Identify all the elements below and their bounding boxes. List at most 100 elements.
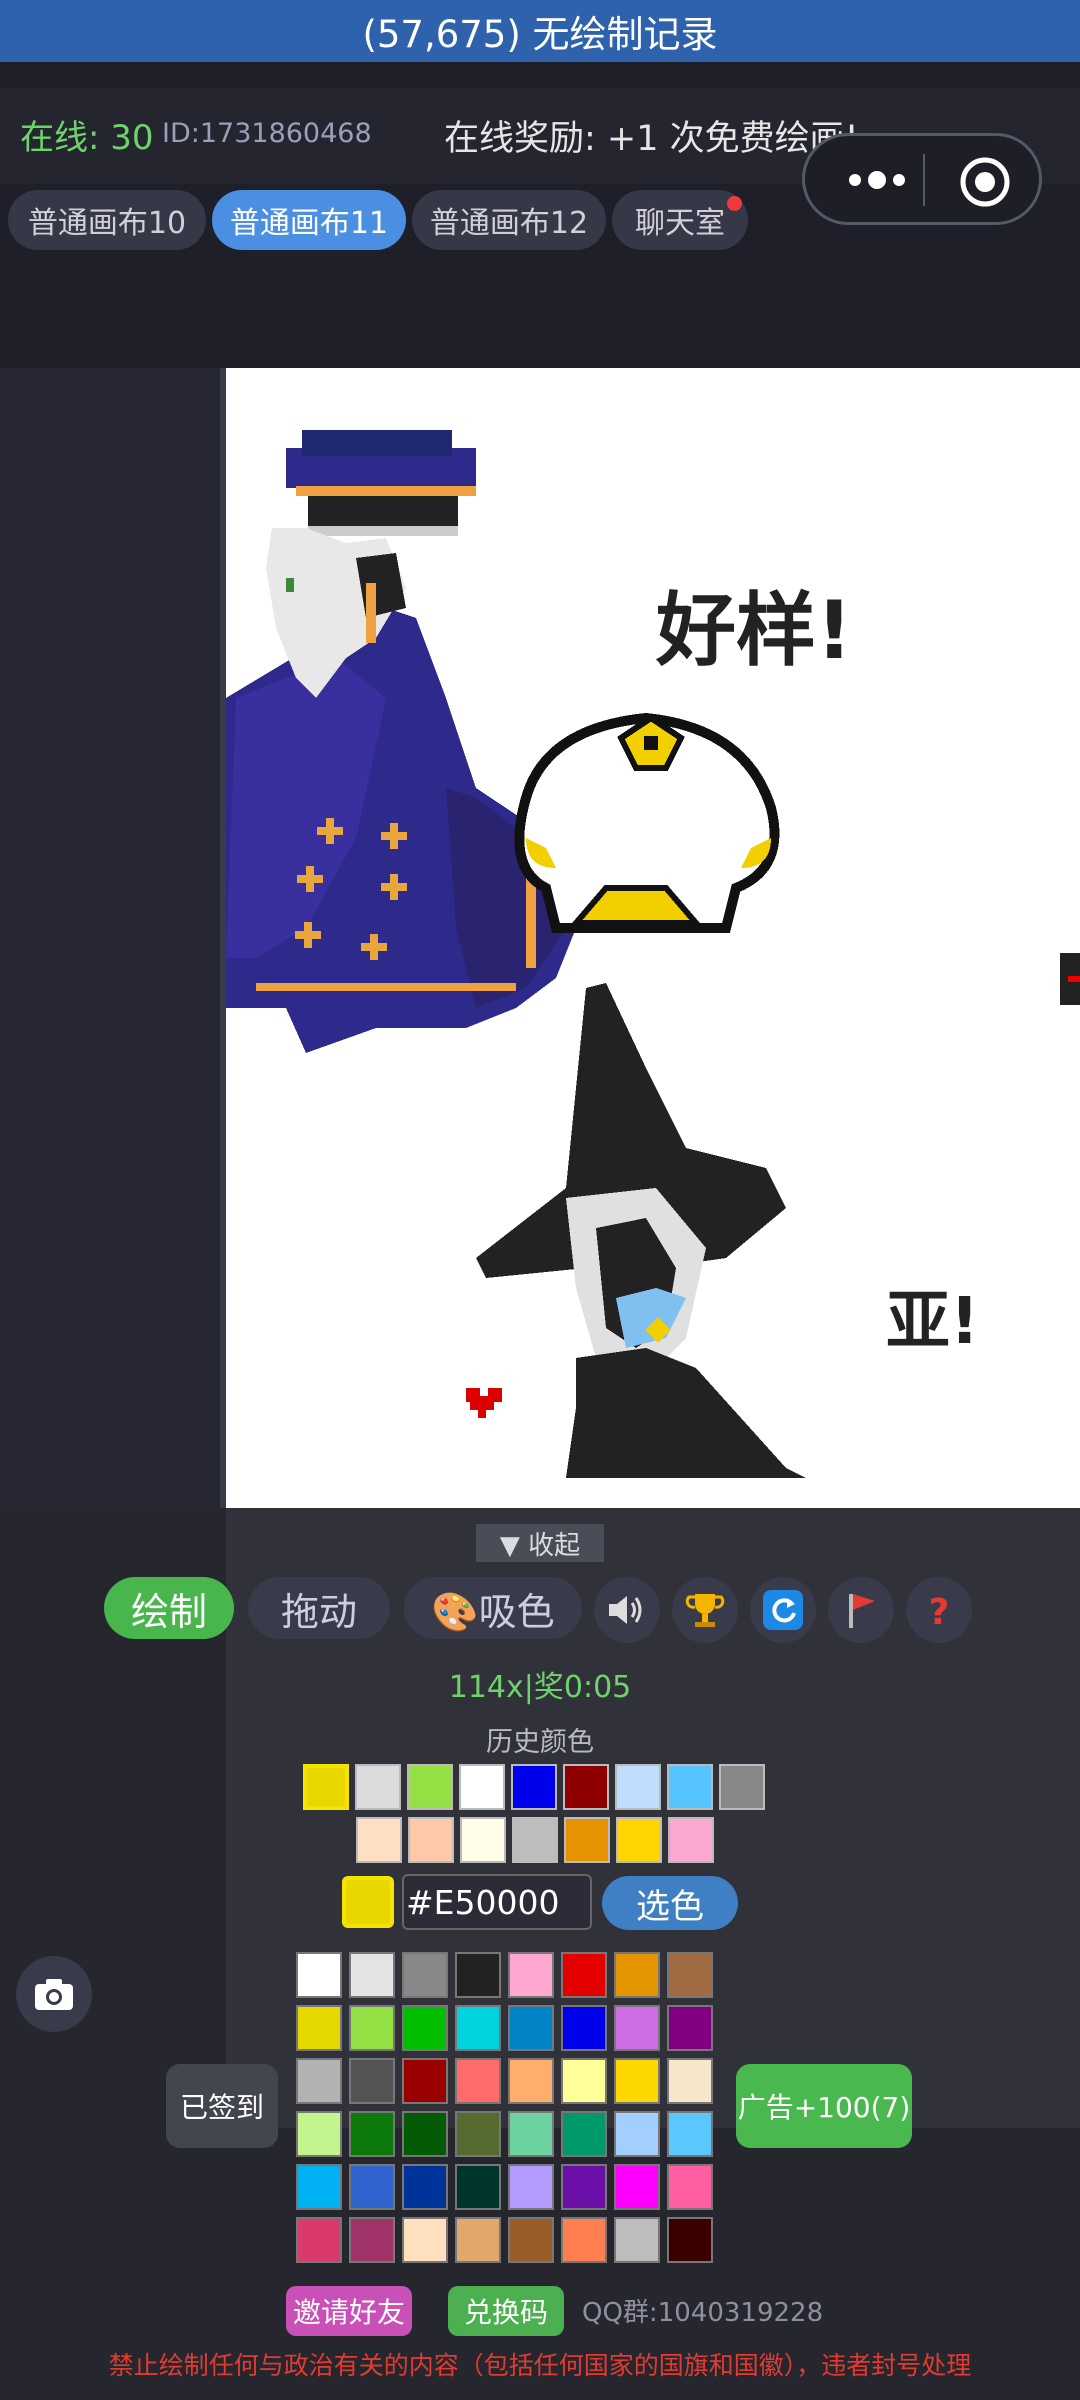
pixel-canvas[interactable]: 好样! 亚! <box>226 368 1080 1508</box>
palette-color-swatch[interactable] <box>455 2111 501 2157</box>
history-color-swatch[interactable] <box>355 1764 401 1810</box>
palette-color-swatch[interactable] <box>508 2164 554 2210</box>
history-color-swatch[interactable] <box>459 1764 505 1810</box>
pixel-heart <box>466 1388 502 1418</box>
palette-color-swatch[interactable] <box>296 1952 342 1998</box>
question-icon: ? <box>929 1592 950 1632</box>
palette-color-swatch[interactable] <box>667 2005 713 2051</box>
history-color-swatch[interactable] <box>356 1817 402 1863</box>
palette-color-swatch[interactable] <box>614 1952 660 1998</box>
history-color-swatch[interactable] <box>719 1764 765 1810</box>
palette-color-swatch[interactable] <box>402 1952 448 1998</box>
unread-badge <box>727 196 742 211</box>
collapse-button[interactable]: ▼ 收起 <box>476 1524 604 1562</box>
tab-canvas-10[interactable]: 普通画布10 <box>8 190 206 250</box>
history-color-swatch[interactable] <box>460 1817 506 1863</box>
history-color-swatch[interactable] <box>564 1817 610 1863</box>
redeem-code-button[interactable]: 兑换码 <box>448 2286 564 2336</box>
palette-color-swatch[interactable] <box>614 2058 660 2104</box>
palette-color-swatch[interactable] <box>561 2164 607 2210</box>
tab-canvas-12[interactable]: 普通画布12 <box>412 190 606 250</box>
palette-color-swatch[interactable] <box>402 2217 448 2263</box>
tab-chatroom[interactable]: 聊天室 <box>612 190 748 250</box>
signed-in-button[interactable]: 已签到 <box>166 2064 278 2148</box>
palette-color-swatch[interactable] <box>455 2058 501 2104</box>
palette-color-swatch[interactable] <box>614 2005 660 2051</box>
palette-color-swatch[interactable] <box>402 2164 448 2210</box>
miniprogram-capsule <box>802 133 1042 225</box>
palette-color-swatch[interactable] <box>402 2058 448 2104</box>
palette-color-swatch[interactable] <box>296 2005 342 2051</box>
invite-friends-button[interactable]: 邀请好友 <box>286 2286 412 2336</box>
palette-color-swatch[interactable] <box>561 2058 607 2104</box>
tab-label: 普通画布10 <box>27 206 187 241</box>
history-color-swatch[interactable] <box>407 1764 453 1810</box>
history-color-swatch[interactable] <box>303 1764 349 1810</box>
palette-color-swatch[interactable] <box>349 2111 395 2157</box>
palette-color-swatch[interactable] <box>667 2164 713 2210</box>
screenshot-button[interactable] <box>16 1956 92 2032</box>
tab-canvas-11[interactable]: 普通画布11 <box>212 190 406 250</box>
palette-color-swatch[interactable] <box>508 2217 554 2263</box>
report-button[interactable] <box>828 1577 894 1643</box>
palette-color-swatch[interactable] <box>296 2164 342 2210</box>
palette-color-swatch[interactable] <box>455 2005 501 2051</box>
palette-color-swatch[interactable] <box>667 1952 713 1998</box>
palette-color-swatch[interactable] <box>508 1952 554 1998</box>
palette-color-swatch[interactable] <box>561 2111 607 2157</box>
history-color-swatch[interactable] <box>616 1817 662 1863</box>
palette-color-swatch[interactable] <box>614 2217 660 2263</box>
palette-color-swatch[interactable] <box>614 2111 660 2157</box>
drag-mode-button[interactable]: 拖动 <box>248 1577 390 1639</box>
history-color-swatch[interactable] <box>615 1764 661 1810</box>
palette-color-swatch[interactable] <box>667 2058 713 2104</box>
canvas-left-margin <box>0 368 222 1508</box>
palette-color-swatch[interactable] <box>667 2111 713 2157</box>
history-color-swatch[interactable] <box>668 1817 714 1863</box>
palette-color-swatch[interactable] <box>508 2111 554 2157</box>
palette-color-swatch[interactable] <box>455 1952 501 1998</box>
palette-color-swatch[interactable] <box>402 2111 448 2157</box>
palette-color-swatch[interactable] <box>349 2058 395 2104</box>
palette-color-swatch[interactable] <box>349 2217 395 2263</box>
watch-ad-button[interactable]: 广告+100(7) <box>736 2064 912 2148</box>
history-color-swatch[interactable] <box>408 1817 454 1863</box>
refresh-button[interactable] <box>750 1577 816 1643</box>
history-colors-label: 历史颜色 <box>486 1727 594 1758</box>
choose-color-button[interactable]: 选色 <box>602 1876 738 1930</box>
tab-label: 普通画布12 <box>429 206 589 241</box>
history-color-swatch[interactable] <box>563 1764 609 1810</box>
refresh-icon <box>763 1590 803 1630</box>
hex-color-input[interactable] <box>402 1874 592 1930</box>
palette-color-swatch[interactable] <box>296 2058 342 2104</box>
palette-color-swatch[interactable] <box>349 2005 395 2051</box>
help-button[interactable]: ? <box>906 1577 972 1643</box>
palette-color-swatch[interactable] <box>561 2005 607 2051</box>
pixel-art-wizard <box>226 430 576 1053</box>
sound-button[interactable] <box>594 1577 660 1643</box>
svg-text:?: ? <box>929 1592 950 1632</box>
history-color-swatch[interactable] <box>667 1764 713 1810</box>
palette-color-swatch[interactable] <box>455 2164 501 2210</box>
close-target-icon[interactable] <box>957 154 1013 210</box>
palette-color-swatch[interactable] <box>508 2058 554 2104</box>
history-color-swatch[interactable] <box>512 1817 558 1863</box>
more-icon[interactable] <box>835 154 925 206</box>
leaderboard-button[interactable] <box>672 1577 738 1643</box>
palette-color-swatch[interactable] <box>561 1952 607 1998</box>
palette-color-swatch[interactable] <box>561 2217 607 2263</box>
palette-color-swatch[interactable] <box>349 2164 395 2210</box>
palette-color-swatch[interactable] <box>296 2111 342 2157</box>
palette-color-swatch[interactable] <box>349 1952 395 1998</box>
palette-color-swatch[interactable] <box>508 2005 554 2051</box>
eyedropper-button[interactable]: 🎨吸色 <box>404 1577 582 1639</box>
palette-color-swatch[interactable] <box>455 2217 501 2263</box>
online-count: 在线: 30 <box>20 118 154 158</box>
tab-label: 聊天室 <box>635 206 725 241</box>
palette-color-swatch[interactable] <box>667 2217 713 2263</box>
palette-color-swatch[interactable] <box>614 2164 660 2210</box>
history-color-swatch[interactable] <box>511 1764 557 1810</box>
palette-color-swatch[interactable] <box>296 2217 342 2263</box>
draw-mode-button[interactable]: 绘制 <box>104 1577 234 1639</box>
palette-color-swatch[interactable] <box>402 2005 448 2051</box>
